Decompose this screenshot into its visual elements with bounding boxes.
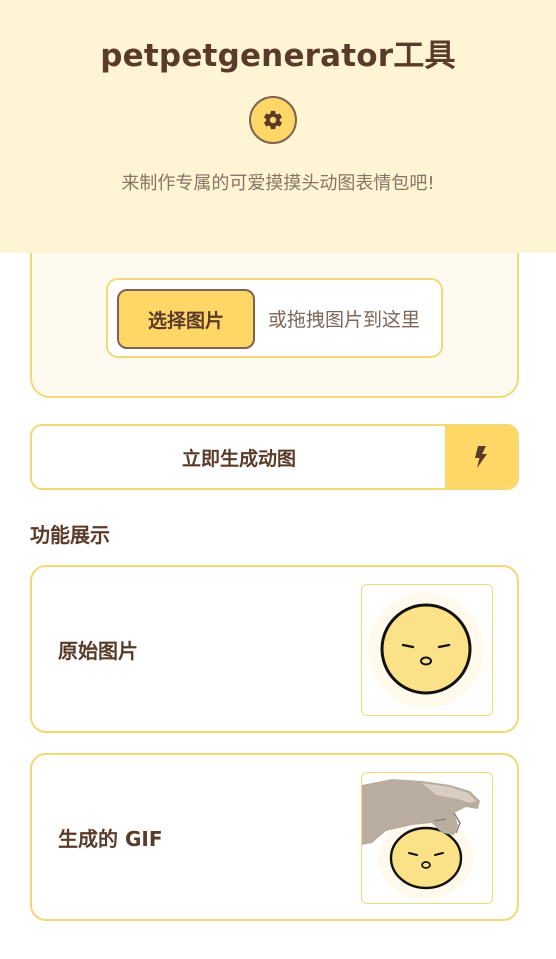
showcase-section-title: 功能展示 bbox=[30, 523, 110, 547]
showcase-original-card: 原始图片 bbox=[30, 565, 519, 733]
generated-gif-label: 生成的 GIF bbox=[58, 826, 163, 851]
sleepy-face-image bbox=[368, 592, 484, 708]
original-image-frame bbox=[361, 584, 493, 716]
generate-label: 立即生成动图 bbox=[181, 447, 296, 470]
choose-image-button[interactable]: 选择图片 bbox=[117, 289, 255, 349]
drop-hint-text: 或拖拽图片到这里 bbox=[268, 308, 421, 331]
hand-petting-face-gif bbox=[362, 779, 480, 899]
lightning-bolt-icon bbox=[475, 446, 487, 468]
generate-bolt-button[interactable] bbox=[445, 426, 517, 488]
app-header: petpetgenerator工具 来制作专属的可爱摸摸头动图表情包吧! bbox=[0, 0, 556, 253]
showcase-gif-card: 生成的 GIF bbox=[30, 753, 519, 921]
original-image-label: 原始图片 bbox=[58, 638, 138, 663]
app-title: petpetgenerator工具 bbox=[100, 38, 456, 74]
app-subtitle: 来制作专属的可爱摸摸头动图表情包吧! bbox=[121, 173, 435, 194]
upload-area[interactable]: 选择图片 或拖拽图片到这里 bbox=[106, 278, 443, 358]
gear-icon bbox=[264, 110, 282, 130]
generated-gif-frame bbox=[361, 772, 493, 904]
generate-gif-button[interactable]: 立即生成动图 bbox=[30, 424, 519, 490]
settings-button[interactable] bbox=[249, 96, 297, 144]
